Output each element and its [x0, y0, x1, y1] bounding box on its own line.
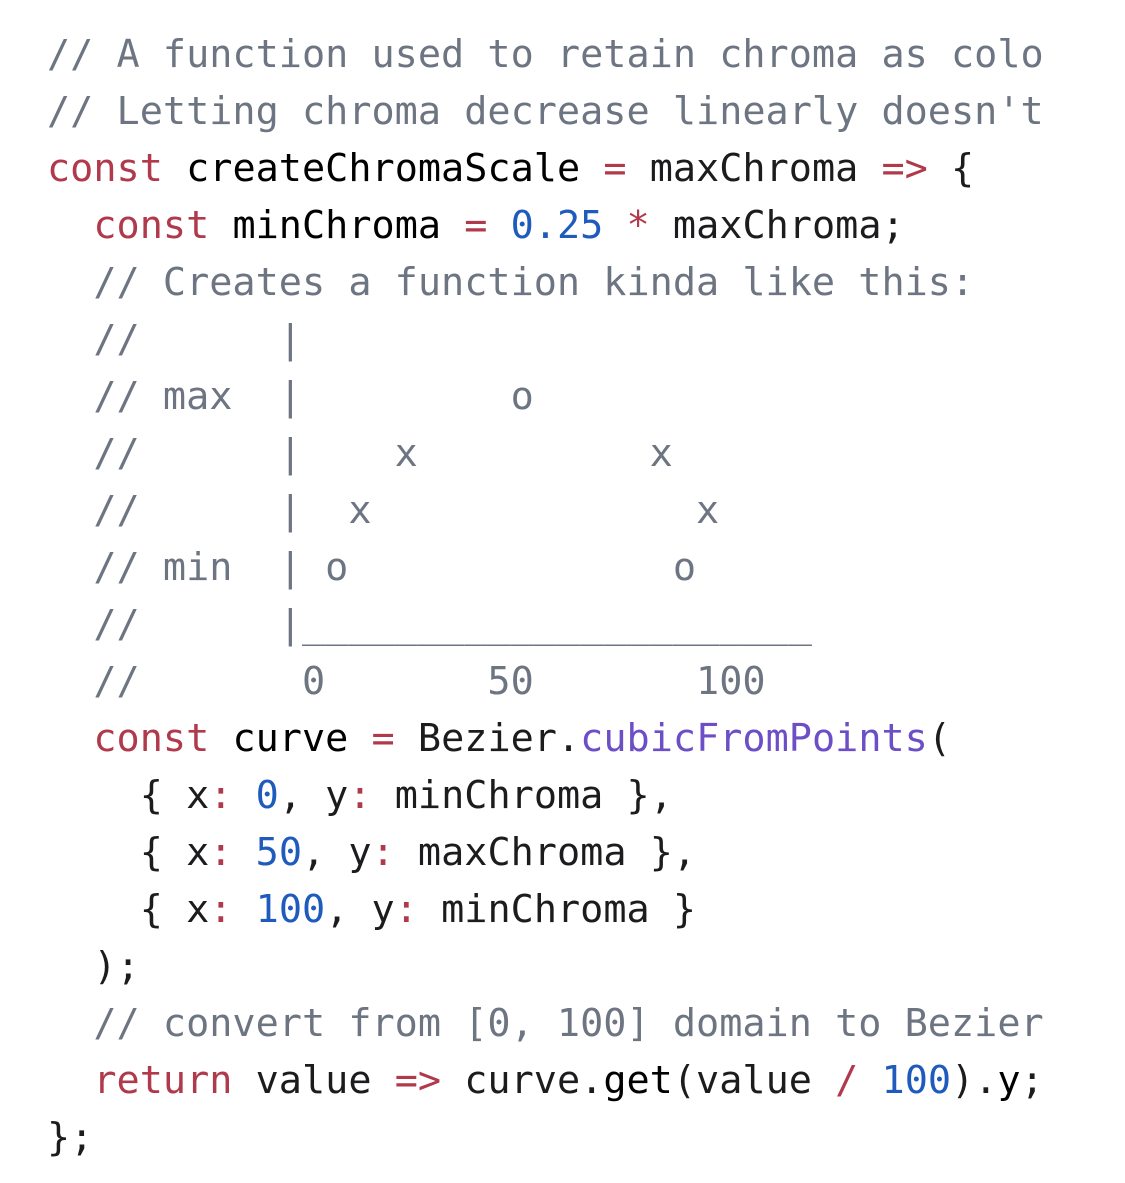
token-operator: / — [835, 1058, 859, 1103]
token-plain: Bezier. — [394, 716, 581, 761]
token-plain: ; — [1020, 1058, 1044, 1103]
token-punct-red: : — [209, 887, 233, 932]
code-line: { x: 50, y: maxChroma }, — [47, 824, 1125, 881]
token-comment: // | — [47, 317, 302, 362]
code-line: // max | o — [47, 368, 1125, 425]
token-operator: => — [394, 1058, 442, 1103]
code-line: // | x x — [47, 425, 1125, 482]
token-plain: maxChroma; — [649, 203, 905, 248]
token-keyword: const — [93, 203, 210, 248]
token-operator: => — [881, 146, 928, 191]
code-line: // 0 50 100 — [47, 653, 1125, 710]
token-operator: = — [603, 146, 627, 191]
token-punct-red: : — [371, 830, 395, 875]
code-line: ); — [47, 938, 1125, 995]
token-plain: { x — [47, 830, 210, 875]
token-keyword: const — [47, 146, 163, 191]
token-plain: (value — [672, 1058, 836, 1103]
token-method: cubicFromPoints — [580, 716, 928, 761]
code-line: }; — [47, 1109, 1125, 1166]
token-comment: // 0 50 100 — [47, 659, 766, 704]
token-comment: // |______________________ — [47, 602, 812, 647]
token-plain: maxChroma }, — [394, 830, 697, 875]
token-plain: ). — [951, 1058, 998, 1103]
token-comment: // max | o — [47, 374, 534, 419]
code-block[interactable]: // A function used to retain chroma as c… — [47, 26, 1125, 1166]
token-number: 50 — [255, 830, 302, 875]
token-comment: // | x x — [47, 431, 673, 476]
token-identifier: curve — [232, 716, 349, 761]
token-comment: // min | o o — [47, 545, 697, 590]
token-plain: { x — [47, 773, 210, 818]
token-plain: curve. — [441, 1058, 604, 1103]
token-comment: // | x x — [47, 488, 720, 533]
code-line: const createChromaScale = maxChroma => { — [47, 140, 1125, 197]
code-line: // |______________________ — [47, 596, 1125, 653]
token-keyword: const — [93, 716, 210, 761]
token-punct-red: : — [209, 773, 233, 818]
token-identifier: createChromaScale — [186, 146, 581, 191]
token-number: 0 — [255, 773, 279, 818]
token-plain: ( — [927, 716, 952, 761]
token-property: y — [997, 1058, 1021, 1103]
token-comment: // Letting chroma decrease linearly does… — [47, 89, 1044, 134]
token-comment: // Creates a function kinda like this: — [47, 260, 975, 305]
token-punct-red: : — [394, 887, 418, 932]
token-plain: maxChroma — [626, 146, 882, 191]
token-property: get — [603, 1058, 673, 1103]
token-plain: , y — [325, 887, 395, 932]
code-line: return value => curve.get(value / 100).y… — [47, 1052, 1125, 1109]
token-operator: = — [464, 203, 488, 248]
code-line: // Creates a function kinda like this: — [47, 254, 1125, 311]
token-punct-red: : — [209, 830, 233, 875]
token-number: 0.25 — [510, 203, 604, 248]
token-plain: minChroma }, — [371, 773, 673, 818]
token-plain: { x — [47, 887, 210, 932]
code-line: // | — [47, 311, 1125, 368]
code-line: // A function used to retain chroma as c… — [47, 26, 1125, 83]
token-operator: * — [626, 203, 650, 248]
token-comment: // convert from [0, 100] domain to Bezie… — [47, 1001, 1044, 1046]
code-line: // | x x — [47, 482, 1125, 539]
code-line: const minChroma = 0.25 * maxChroma; — [47, 197, 1125, 254]
token-identifier: minChroma — [232, 203, 442, 248]
code-line: // Letting chroma decrease linearly does… — [47, 83, 1125, 140]
token-comment: // A function used to retain chroma as c… — [47, 32, 1044, 77]
token-plain: minChroma } — [417, 887, 697, 932]
token-number: 100 — [255, 887, 326, 932]
token-keyword: return — [93, 1058, 233, 1103]
code-line: // min | o o — [47, 539, 1125, 596]
code-line: // convert from [0, 100] domain to Bezie… — [47, 995, 1125, 1052]
token-plain: , y — [302, 830, 372, 875]
token-punct-red: : — [348, 773, 372, 818]
code-line: { x: 100, y: minChroma } — [47, 881, 1125, 938]
token-operator: = — [371, 716, 395, 761]
token-number: 100 — [881, 1058, 952, 1103]
token-plain: { — [927, 146, 975, 191]
token-plain: value — [232, 1058, 395, 1103]
token-plain: , y — [278, 773, 349, 818]
code-line: { x: 0, y: minChroma }, — [47, 767, 1125, 824]
token-plain: }; — [47, 1115, 94, 1160]
code-line: const curve = Bezier.cubicFromPoints( — [47, 710, 1125, 767]
token-plain: ); — [47, 944, 140, 989]
